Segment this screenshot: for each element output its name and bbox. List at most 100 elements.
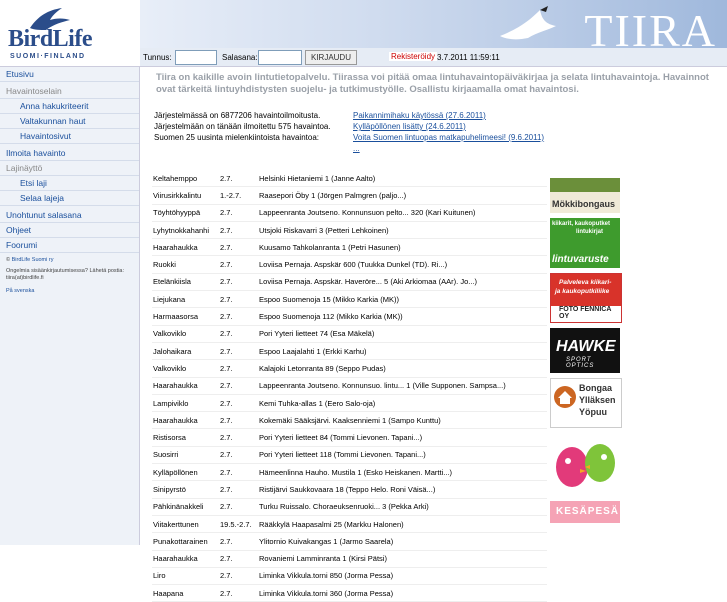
copyright-symbol: © <box>6 257 11 263</box>
contact-email: tiira(at)birdlife.fi <box>6 275 44 281</box>
observation-row[interactable]: Haarahaukka 2.7. Kokemäki Sääksjärvi. Kaak… <box>152 411 547 430</box>
news-link[interactable]: Voita Suomen lintuopas matkapuhelimeesi!… <box>353 132 544 143</box>
login-button[interactable]: KIRJAUDU <box>305 50 357 65</box>
observation-row[interactable]: Viitakerttunen 19.5.-2.7. Rääkkylä Haapasa… <box>152 515 547 534</box>
observation-place: Utsjoki Riskavarri 3 (Petteri Lehkoinen) <box>258 221 547 240</box>
ad-mokkibongaus-text: Mökkibongaus <box>552 199 616 209</box>
observation-place: Hämeenlinna Hauho. Mustila 1 (Esko Heisk… <box>258 463 547 482</box>
observation-species: Viirusirkkalintu <box>152 186 219 205</box>
observation-species: Valkoviklo <box>152 359 219 378</box>
ad-hawke-brand: HAWKE <box>556 338 616 355</box>
ads-column: Mökkibongaus kiikarit, kaukoputket lintu… <box>550 178 622 528</box>
nav-foorumi[interactable]: Foorumi <box>0 238 139 253</box>
news-link[interactable]: Paikannimihaku käytössä (27.6.2011) <box>353 110 486 121</box>
birdlife-logo[interactable]: BirdLife SUOMI·FINLAND <box>0 0 140 66</box>
observation-place: Espoo Laajalahti 1 (Erkki Karhu) <box>258 342 547 361</box>
observation-species: Keltahemppo <box>152 170 219 188</box>
username-input[interactable] <box>175 50 217 65</box>
observation-place: Lappeenranta Joutseno. Konnunsuon pelto.… <box>258 204 547 222</box>
observation-date: 2.7. <box>219 550 258 568</box>
ad-fotofennica-line2: ja kaukoputkiliike <box>555 288 610 295</box>
observation-date: 2.7. <box>219 325 258 343</box>
observation-row[interactable]: Viirusirkkalintu 1.-2.7. Raasepori Öby 1 (… <box>152 186 547 205</box>
stats-row: ... <box>154 143 574 154</box>
nav-anna-hakukriteerit[interactable]: Anna hakukriteerit <box>0 99 139 114</box>
observation-row[interactable]: Valkoviklo 2.7. Kalajoki Letonranta 89 (Se… <box>152 359 547 378</box>
observation-place: Kemi Tuhka-allas 1 (Eero Salo-oja) <box>258 394 547 413</box>
observation-row[interactable]: Etelänkiisla 2.7. Loviisa Pernaja. Aspskär… <box>152 273 547 292</box>
observation-row[interactable]: Keltahemppo 2.7. Helsinki Hietaniemi 1 (Ja… <box>152 170 547 188</box>
observation-place: Pori Yyteri lietteet 118 (Tommi Lievonen… <box>258 446 547 465</box>
observation-date: 2.7. <box>219 498 258 516</box>
observation-date: 2.7. <box>219 567 258 586</box>
observation-species: Valkoviklo <box>152 325 219 343</box>
observation-row[interactable]: Lyhytnokkahanhi 2.7. Utsjoki Riskavarri 3 … <box>152 221 547 240</box>
observation-place: Loviisa Pernaja. Aspskär 600 (Tuukka Dun… <box>258 255 547 274</box>
observation-row[interactable]: Liro 2.7. Liminka Vikkula.torni 850 (Jorma… <box>152 567 547 586</box>
observation-species: Harmaasorsa <box>152 307 219 326</box>
observation-date: 2.7. <box>219 446 258 465</box>
ad-foto-fennica[interactable]: Palveleva kiikari- ja kaukoputkiliike FO… <box>550 273 622 323</box>
nav-ilmoita-havainto[interactable]: Ilmoita havainto <box>0 146 139 161</box>
observation-row[interactable]: Jalohaikara 2.7. Espoo Laajalahti 1 (Erkki… <box>152 342 547 361</box>
observation-date: 2.7. <box>219 170 258 188</box>
observation-row[interactable]: Haarahaukka 2.7. Rovaniemi Lamminranta 1 (… <box>152 550 547 568</box>
observation-row[interactable]: Valkoviklo 2.7. Pori Yyteri lietteet 74 (E… <box>152 325 547 343</box>
ad-kesapesa[interactable]: KESÄPESÄ <box>550 433 620 523</box>
news-more-link[interactable]: ... <box>353 143 360 154</box>
ad-lintuvaruste[interactable]: kiikarit, kaukoputket lintukirjat lintuv… <box>550 218 620 268</box>
tern-icon <box>500 6 556 40</box>
register-link[interactable]: Rekisteröidy <box>389 52 438 61</box>
username-label: Tunnus: <box>143 53 172 62</box>
observation-row[interactable]: Sinipyrstö 2.7. Ristijärvi Saukkovaara 18 … <box>152 480 547 499</box>
observation-date: 1.-2.7. <box>219 186 258 205</box>
observation-species: Haarahaukka <box>152 238 219 257</box>
observation-date: 2.7. <box>219 463 258 482</box>
observation-species: Haarahaukka <box>152 411 219 430</box>
ad-bongaa[interactable]: Bongaa Ylläksen Yöpuu <box>550 378 622 428</box>
observation-date: 2.7. <box>219 204 258 222</box>
ad-hawke[interactable]: HAWKE SPORT OPTICS <box>550 328 620 373</box>
observation-row[interactable]: Haarahaukka 2.7. Lappeenranta Joutseno. Ko… <box>152 377 547 395</box>
observation-place: Espoo Suomenoja 112 (Mikko Karkia (MK)) <box>258 307 547 326</box>
observation-row[interactable]: Liejukana 2.7. Espoo Suomenoja 15 (Mikko K… <box>152 290 547 309</box>
observation-place: Liminka Vikkula.torni 850 (Jorma Pessa) <box>258 567 547 586</box>
observation-date: 2.7. <box>219 255 258 274</box>
observation-place: Raasepori Öby 1 (Jörgen Palmgren (paljo.… <box>258 186 547 205</box>
observation-row[interactable]: Ruokki 2.7. Loviisa Pernaja. Aspskär 600 (… <box>152 255 547 274</box>
observation-row[interactable]: Harmaasorsa 2.7. Espoo Suomenoja 112 (Mikk… <box>152 307 547 326</box>
nav-ohjeet[interactable]: Ohjeet <box>0 223 139 238</box>
observation-place: Rovaniemi Lamminranta 1 (Kirsi Pätsi) <box>258 550 547 568</box>
birdlife-link[interactable]: BirdLife Suomi ry <box>12 257 54 263</box>
observation-row[interactable]: Suosirri 2.7. Pori Yyteri lietteet 118 (To… <box>152 446 547 465</box>
swedish-link[interactable]: På svenska <box>6 288 34 294</box>
observation-row[interactable]: Haapana 2.7. Liminka Vikkula.torni 360 (Jo… <box>152 584 547 602</box>
observation-place: Pori Yyteri lietteet 84 (Tommi Lievonen.… <box>258 428 547 447</box>
observation-row[interactable]: Ristisorsa 2.7. Pori Yyteri lietteet 84 (T… <box>152 428 547 447</box>
stat-today: Järjestelmään on tänään ilmoitettu 575 h… <box>154 122 331 131</box>
news-link[interactable]: Kylläpöllönen lisätty (24.6.2011) <box>353 121 466 132</box>
observation-row[interactable]: Kylläpöllönen 2.7. Hämeenlinna Hauho. Must… <box>152 463 547 482</box>
nav-etsi-laji[interactable]: Etsi laji <box>0 176 139 191</box>
observation-row[interactable]: Pähkinänakkeli 2.7. Turku Ruissalo. Chorae… <box>152 498 547 516</box>
nav-havaintosivut[interactable]: Havaintosivut <box>0 129 139 144</box>
ad-bongaa-line3: Yöpuu <box>579 407 607 417</box>
observation-place: Lappeenranta Joutseno. Konnunsuo. lintu.… <box>258 377 547 395</box>
observation-row[interactable]: Lampiviklo 2.7. Kemi Tuhka-allas 1 (Eero S… <box>152 394 547 413</box>
observation-row[interactable]: Töyhtöhyyppä 2.7. Lappeenranta Joutseno. K… <box>152 204 547 222</box>
observation-row[interactable]: Haarahaukka 2.7. Kuusamo Tahkolanranta 1 (… <box>152 238 547 257</box>
nav-etusivu[interactable]: Etusivu <box>0 67 139 82</box>
clock: 3.7.2011 11:59:11 <box>437 53 500 62</box>
stats-block: Järjestelmässä on 6877206 havaintoilmoit… <box>154 110 574 154</box>
nav-havaintoselain: Havaintoselain <box>0 84 139 99</box>
nav-selaa-lajeja[interactable]: Selaa lajeja <box>0 191 139 206</box>
observation-date: 2.7. <box>219 221 258 240</box>
nav-unohtunut-salasana[interactable]: Unohtunut salasana <box>0 208 139 223</box>
password-input[interactable] <box>258 50 302 65</box>
stat-total: Järjestelmässä on 6877206 havaintoilmoit… <box>154 111 321 120</box>
observation-place: Ylitornio Kuivakangas 1 (Jarmo Saarela) <box>258 532 547 551</box>
ad-mokkibongaus[interactable]: Mökkibongaus <box>550 178 620 213</box>
nav-valtakunnan-haut[interactable]: Valtakunnan haut <box>0 114 139 129</box>
observation-date: 2.7. <box>219 342 258 361</box>
observation-row[interactable]: Punakottarainen 2.7. Ylitornio Kuivakangas… <box>152 532 547 551</box>
